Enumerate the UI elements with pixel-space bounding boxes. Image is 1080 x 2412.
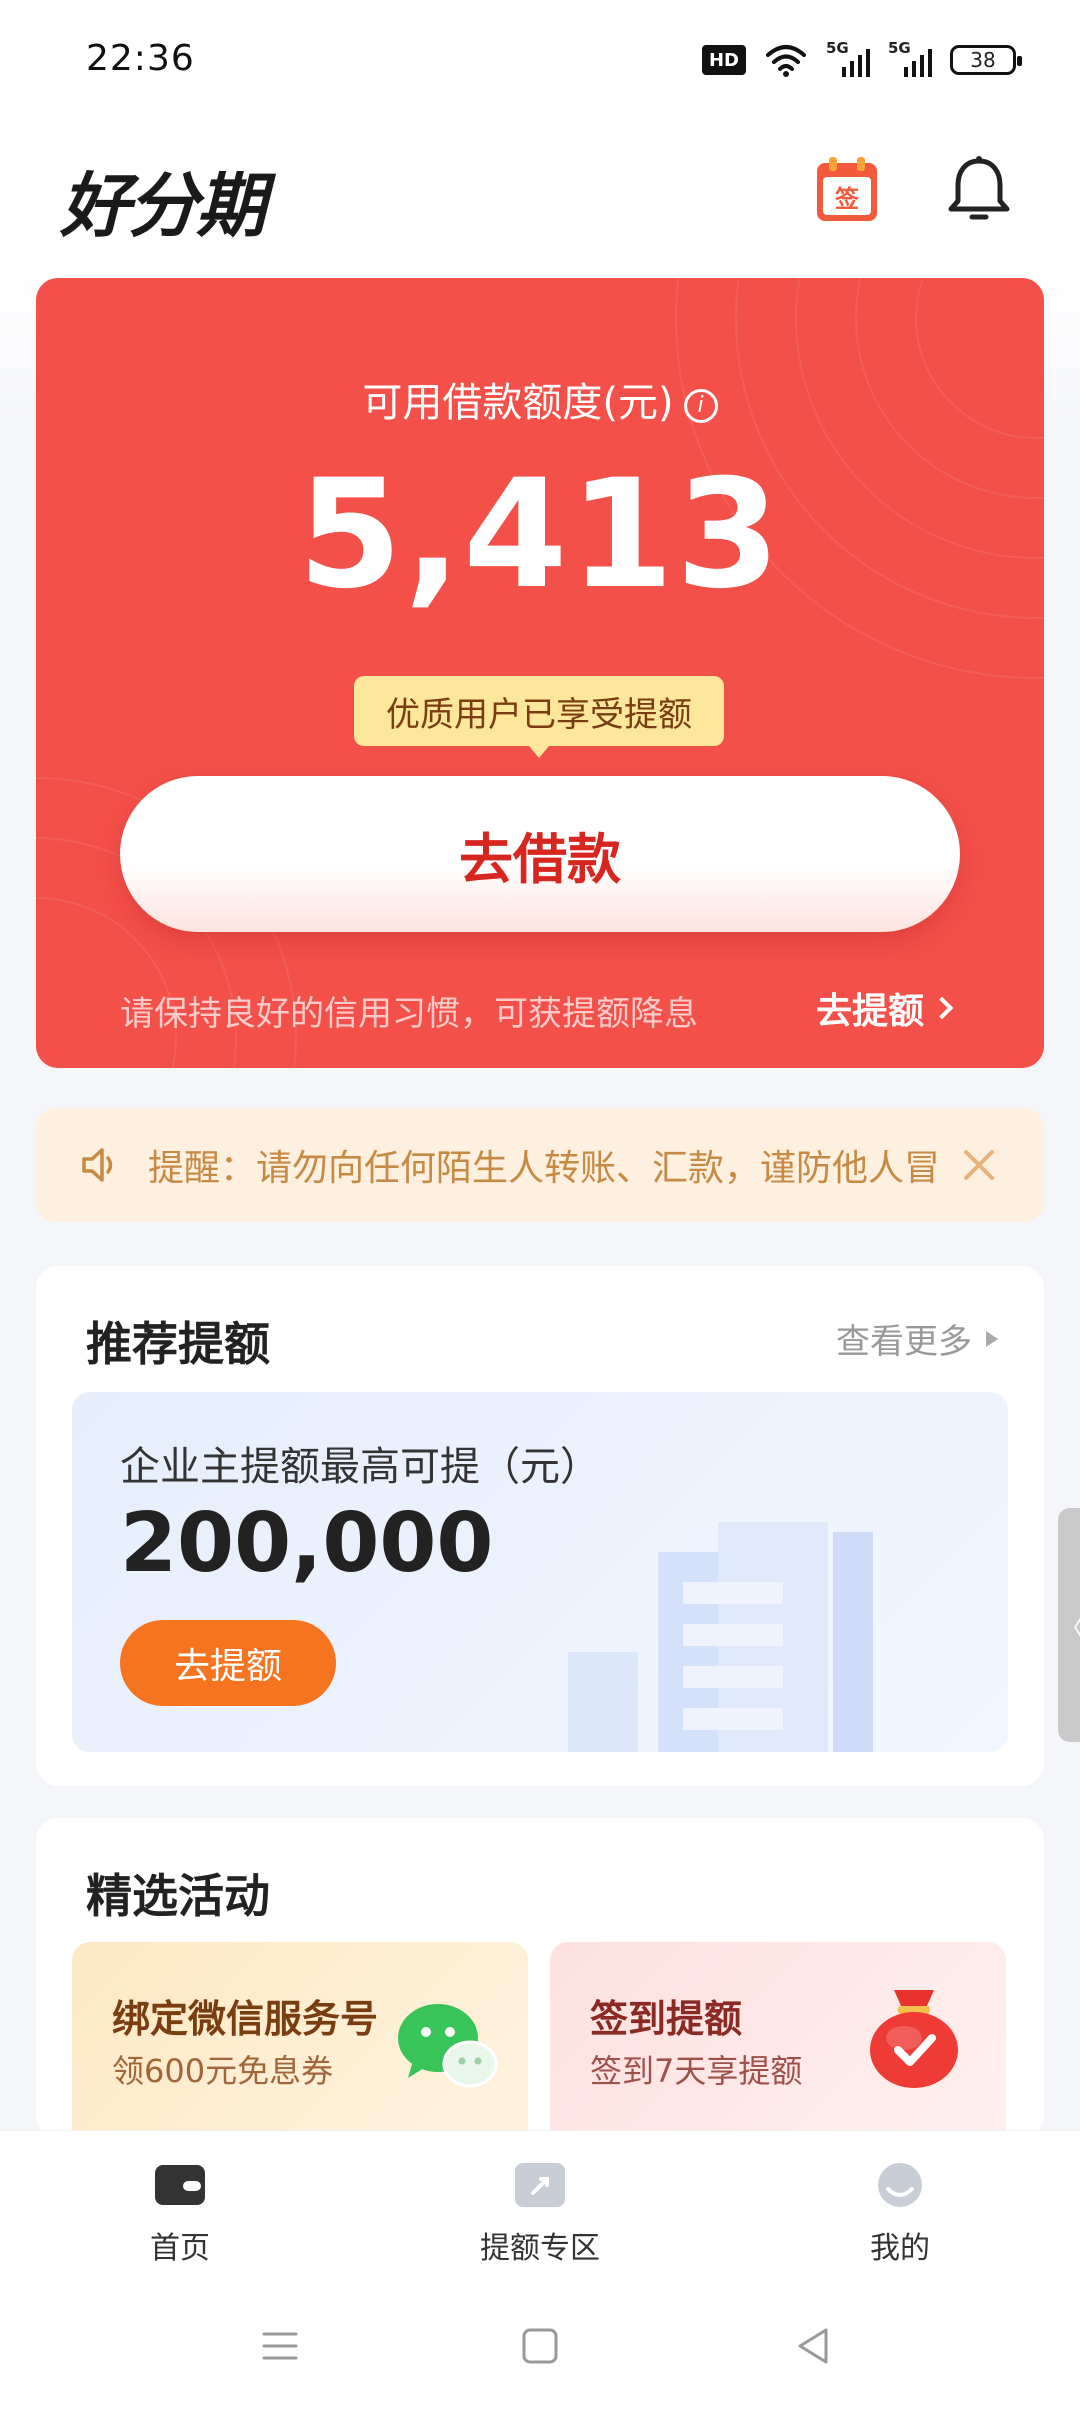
- status-time: 22:36: [86, 38, 195, 79]
- activity-subtitle: 签到7天享提额: [590, 2052, 803, 2090]
- credit-limit-label: 可用借款额度(元) i: [36, 370, 1044, 428]
- nav-tab-raise-zone[interactable]: 提额专区: [440, 2161, 640, 2267]
- featured-activities-card: 精选活动 绑定微信服务号 领600元免息券 签到提额 签到7天享提额: [36, 1818, 1044, 2138]
- view-more-label: 查看更多: [836, 1322, 972, 1362]
- borrow-button[interactable]: 去借款: [120, 776, 960, 932]
- raise-icon: [515, 2163, 565, 2207]
- profile-icon: [878, 2163, 922, 2207]
- activity-wechat-bind[interactable]: 绑定微信服务号 领600元免息券: [72, 1942, 528, 2138]
- chevron-right-icon: [930, 996, 954, 1020]
- signal-5g-icon: 5G: [888, 39, 932, 77]
- building-illustration: [568, 1522, 873, 1752]
- nav-tab-home[interactable]: 首页: [80, 2161, 280, 2267]
- nav-tab-mine[interactable]: 我的: [800, 2161, 1000, 2267]
- nav-tab-label: 我的: [870, 2231, 930, 2266]
- view-more-link[interactable]: 查看更多: [836, 1314, 998, 1363]
- business-owner-offer[interactable]: 企业主提额最高可提（元） 200,000 去提额: [72, 1392, 1008, 1752]
- hd-icon: HD: [702, 45, 746, 75]
- calendar-sign-icon[interactable]: 签: [815, 155, 879, 223]
- activity-subtitle: 领600元免息券: [112, 2052, 334, 2090]
- calendar-icon-label: 签: [834, 185, 860, 213]
- status-bar: 22:36 HD 5G 5G 38: [0, 0, 1080, 120]
- credit-limit-amount: 5,413: [297, 448, 783, 622]
- raise-limit-button[interactable]: 去提额: [120, 1620, 336, 1706]
- business-offer-amount: 200,000: [120, 1496, 494, 1591]
- app-screen: 22:36 HD 5G 5G 38 好分期 签 可用借款额度(元) i 5,41…: [0, 0, 1080, 2412]
- side-drag-handle[interactable]: [1058, 1508, 1080, 1742]
- signal-5g-icon: 5G: [826, 39, 870, 77]
- signal-label: 5G: [826, 39, 849, 57]
- bell-icon[interactable]: [944, 155, 1014, 227]
- activity-title: 签到提额: [590, 1997, 743, 2041]
- app-logo: 好分期: [60, 165, 266, 247]
- battery-level: 38: [970, 48, 996, 72]
- triangle-right-icon: [986, 1330, 998, 1347]
- wifi-icon: [766, 45, 806, 77]
- system-nav-bar: [0, 2284, 1080, 2412]
- credit-tip: 请保持良好的信用习惯，可获提额降息: [120, 994, 698, 1034]
- recommend-title: 推荐提额: [86, 1317, 270, 1371]
- wechat-icon: [398, 2004, 498, 2088]
- red-bag-check-icon: [870, 1990, 958, 2088]
- raise-limit-link-label: 去提额: [816, 991, 925, 1032]
- speaker-icon: [82, 1148, 113, 1182]
- business-offer-label: 企业主提额最高可提（元）: [120, 1444, 600, 1490]
- bottom-nav-bar: 首页 提额专区 我的: [0, 2130, 1080, 2284]
- fraud-notice-bar: 提醒：请勿向任何陌生人转账、汇款，谨防他人冒: [36, 1108, 1044, 1222]
- status-icons: HD 5G 5G 38: [702, 39, 1022, 80]
- info-icon[interactable]: i: [683, 389, 718, 423]
- signal-label: 5G: [888, 39, 911, 57]
- premium-user-badge: 优质用户已享受提额: [354, 676, 724, 758]
- raise-limit-link[interactable]: 去提额: [816, 982, 954, 1034]
- credit-limit-card: 可用借款额度(元) i 5,413 优质用户已享受提额 去借款 请保持良好的信用习…: [36, 278, 1044, 1068]
- back-triangle-icon[interactable]: [792, 2324, 836, 2368]
- nav-tab-label: 首页: [150, 2231, 210, 2266]
- wallet-icon: [155, 2165, 205, 2205]
- menu-icon[interactable]: [258, 2324, 302, 2368]
- nav-tab-label: 提额专区: [480, 2231, 600, 2266]
- battery-icon: 38: [950, 45, 1022, 75]
- home-square-icon[interactable]: [518, 2324, 562, 2368]
- notice-text: 提醒：请勿向任何陌生人转账、汇款，谨防他人冒: [148, 1148, 938, 1189]
- activity-sign-in[interactable]: 签到提额 签到7天享提额: [550, 1942, 1006, 2138]
- activities-title: 精选活动: [86, 1869, 270, 1923]
- close-icon[interactable]: [960, 1146, 998, 1184]
- credit-limit-label-text: 可用借款额度(元): [362, 380, 674, 426]
- recommend-raise-card: 推荐提额 查看更多 企业主提额最高可提（元） 200,000 去提额: [36, 1266, 1044, 1786]
- activity-title: 绑定微信服务号: [112, 1997, 379, 2041]
